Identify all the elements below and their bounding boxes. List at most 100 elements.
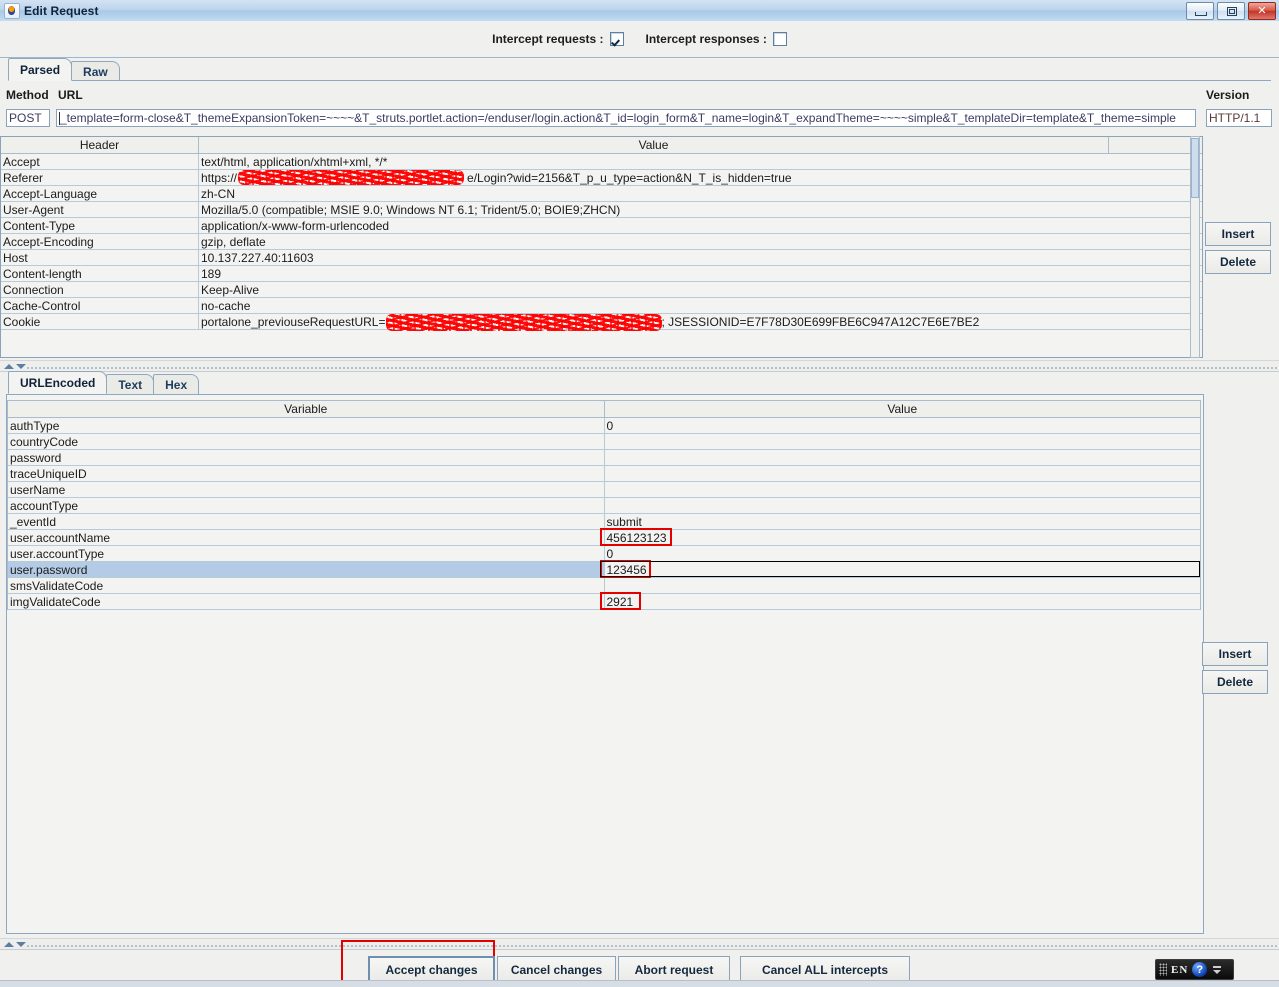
table-row[interactable]: Connection Keep-Alive bbox=[1, 282, 1202, 298]
table-row[interactable]: Accept text/html, application/xhtml+xml, … bbox=[1, 154, 1202, 170]
variable-name-cell[interactable]: imgValidateCode bbox=[8, 594, 605, 609]
body-insert-button[interactable]: Insert bbox=[1202, 642, 1268, 666]
upper-split-divider[interactable] bbox=[0, 360, 1279, 372]
variable-value-cell[interactable]: 0 bbox=[605, 546, 1201, 561]
header-value-cell[interactable]: Mozilla/5.0 (compatible; MSIE 9.0; Windo… bbox=[199, 202, 1109, 217]
body-col-value[interactable]: Value bbox=[605, 401, 1201, 417]
headers-col-value[interactable]: Value bbox=[199, 137, 1109, 153]
intercept-requests-checkbox[interactable] bbox=[609, 32, 624, 46]
header-name-cell[interactable]: Connection bbox=[1, 282, 199, 297]
table-row[interactable]: authType 0 bbox=[8, 418, 1200, 434]
table-row[interactable]: Content-length 189 bbox=[1, 266, 1202, 282]
variable-name-cell[interactable]: user.password bbox=[8, 562, 605, 577]
table-row[interactable]: smsValidateCode bbox=[8, 578, 1200, 594]
header-value-cell[interactable]: portalone_previouseRequestURL= ; JSESSION… bbox=[199, 314, 1109, 329]
table-row[interactable]: countryCode bbox=[8, 434, 1200, 450]
header-value-cell[interactable]: gzip, deflate bbox=[199, 234, 1109, 249]
headers-vertical-scrollbar[interactable] bbox=[1190, 136, 1200, 358]
header-name-cell[interactable]: Cookie bbox=[1, 314, 199, 329]
variable-value-cell[interactable] bbox=[605, 450, 1201, 465]
variable-name-cell[interactable]: user.accountType bbox=[8, 546, 605, 561]
header-name-cell[interactable]: Content-length bbox=[1, 266, 199, 281]
tab-text[interactable]: Text bbox=[106, 374, 155, 394]
header-value-cell[interactable]: https:// e/Login?wid=2156&T_p_u_type=acti… bbox=[199, 170, 1109, 185]
accept-changes-button[interactable]: Accept changes bbox=[368, 956, 495, 983]
cancel-all-intercepts-button[interactable]: Cancel ALL intercepts bbox=[740, 956, 910, 983]
variable-value-cell[interactable] bbox=[605, 482, 1201, 497]
variable-name-cell[interactable]: user.accountName bbox=[8, 530, 605, 545]
header-name-cell[interactable]: User-Agent bbox=[1, 202, 199, 217]
table-row[interactable]: Accept-Encoding gzip, deflate bbox=[1, 234, 1202, 250]
variable-value-cell[interactable]: 123456 bbox=[604, 562, 1200, 577]
table-row[interactable]: Host 10.137.227.40:11603 bbox=[1, 250, 1202, 266]
headers-scroll-thumb[interactable] bbox=[1191, 138, 1199, 198]
header-name-cell[interactable]: Accept-Language bbox=[1, 186, 199, 201]
header-name-cell[interactable]: Host bbox=[1, 250, 199, 265]
table-row[interactable]: Accept-Language zh-CN bbox=[1, 186, 1202, 202]
variable-value-cell[interactable]: submit bbox=[605, 514, 1201, 529]
cancel-changes-button[interactable]: Cancel changes bbox=[497, 956, 616, 983]
header-name-cell[interactable]: Accept-Encoding bbox=[1, 234, 199, 249]
table-row[interactable]: Content-Type application/x-www-form-urlen… bbox=[1, 218, 1202, 234]
divider-collapse-down-icon[interactable] bbox=[16, 364, 26, 369]
header-name-cell[interactable]: Referer bbox=[1, 170, 199, 185]
header-value-cell[interactable]: 10.137.227.40:11603 bbox=[199, 250, 1109, 265]
header-name-cell[interactable]: Content-Type bbox=[1, 218, 199, 233]
table-row[interactable]: imgValidateCode 2921 bbox=[8, 594, 1200, 610]
table-row[interactable]: _eventId submit bbox=[8, 514, 1200, 530]
url-input[interactable]: _template=form-close&T_themeExpansionTok… bbox=[56, 109, 1196, 127]
variable-value-cell[interactable]: 0 bbox=[605, 418, 1201, 433]
tab-raw[interactable]: Raw bbox=[71, 61, 120, 81]
variable-name-cell[interactable]: authType bbox=[8, 418, 605, 433]
header-value-cell[interactable]: zh-CN bbox=[199, 186, 1109, 201]
intercept-responses-group[interactable]: Intercept responses : bbox=[646, 32, 787, 46]
header-value-cell[interactable]: text/html, application/xhtml+xml, */* bbox=[199, 154, 1109, 169]
header-value-cell[interactable]: no-cache bbox=[199, 298, 1109, 313]
table-row[interactable]: traceUniqueID bbox=[8, 466, 1200, 482]
variable-value-cell[interactable] bbox=[605, 498, 1201, 513]
method-input[interactable]: POST bbox=[6, 109, 50, 127]
header-value-cell[interactable]: 189 bbox=[199, 266, 1109, 281]
variable-name-cell[interactable]: _eventId bbox=[8, 514, 605, 529]
variable-name-cell[interactable]: userName bbox=[8, 482, 605, 497]
intercept-responses-checkbox[interactable] bbox=[772, 32, 787, 46]
table-row[interactable]: Cookie portalone_previouseRequestURL= ; JS… bbox=[1, 314, 1202, 330]
table-row[interactable]: accountType bbox=[8, 498, 1200, 514]
ime-drag-handle-icon[interactable] bbox=[1159, 963, 1167, 976]
table-row[interactable]: password bbox=[8, 450, 1200, 466]
divider-collapse-up-icon[interactable] bbox=[4, 364, 14, 369]
table-row[interactable]: Referer https:// e/Login?wid=2156&T_p_u_ty… bbox=[1, 170, 1202, 186]
table-row[interactable]: user.accountType 0 bbox=[8, 546, 1200, 562]
help-icon[interactable]: ? bbox=[1192, 962, 1208, 977]
variable-value-cell[interactable] bbox=[605, 578, 1201, 593]
ime-language-label[interactable]: EN bbox=[1171, 964, 1188, 976]
minimize-button[interactable] bbox=[1186, 2, 1214, 20]
lower-divider-collapse-down-icon[interactable] bbox=[16, 942, 26, 947]
tab-hex[interactable]: Hex bbox=[153, 374, 200, 394]
ime-minimize-icon[interactable] bbox=[1213, 965, 1222, 968]
variable-name-cell[interactable]: countryCode bbox=[8, 434, 605, 449]
header-name-cell[interactable]: Cache-Control bbox=[1, 298, 199, 313]
headers-insert-button[interactable]: Insert bbox=[1205, 222, 1271, 246]
tab-urlencoded[interactable]: URLEncoded bbox=[8, 371, 108, 394]
maximize-button[interactable] bbox=[1217, 2, 1245, 20]
version-input[interactable]: HTTP/1.1 bbox=[1206, 109, 1272, 127]
headers-delete-button[interactable]: Delete bbox=[1205, 250, 1271, 274]
table-row[interactable]: user.accountName 456123123 bbox=[8, 530, 1200, 546]
body-delete-button[interactable]: Delete bbox=[1202, 670, 1268, 694]
variable-name-cell[interactable]: password bbox=[8, 450, 605, 465]
abort-request-button[interactable]: Abort request bbox=[618, 956, 730, 983]
lower-split-divider[interactable] bbox=[0, 938, 1279, 950]
header-name-cell[interactable]: Accept bbox=[1, 154, 199, 169]
intercept-requests-group[interactable]: Intercept requests : bbox=[492, 32, 624, 46]
table-row[interactable]: Cache-Control no-cache bbox=[1, 298, 1202, 314]
ime-controls[interactable] bbox=[1213, 965, 1222, 974]
close-button[interactable]: ✕ bbox=[1248, 2, 1276, 20]
variable-name-cell[interactable]: smsValidateCode bbox=[8, 578, 605, 593]
body-table[interactable]: Variable Value authType 0 countryCode passw… bbox=[7, 400, 1201, 612]
table-row[interactable]: userName bbox=[8, 482, 1200, 498]
body-col-variable[interactable]: Variable bbox=[8, 401, 605, 417]
header-value-cell[interactable]: Keep-Alive bbox=[199, 282, 1109, 297]
variable-value-cell[interactable] bbox=[605, 434, 1201, 449]
header-value-cell[interactable]: application/x-www-form-urlencoded bbox=[199, 218, 1109, 233]
